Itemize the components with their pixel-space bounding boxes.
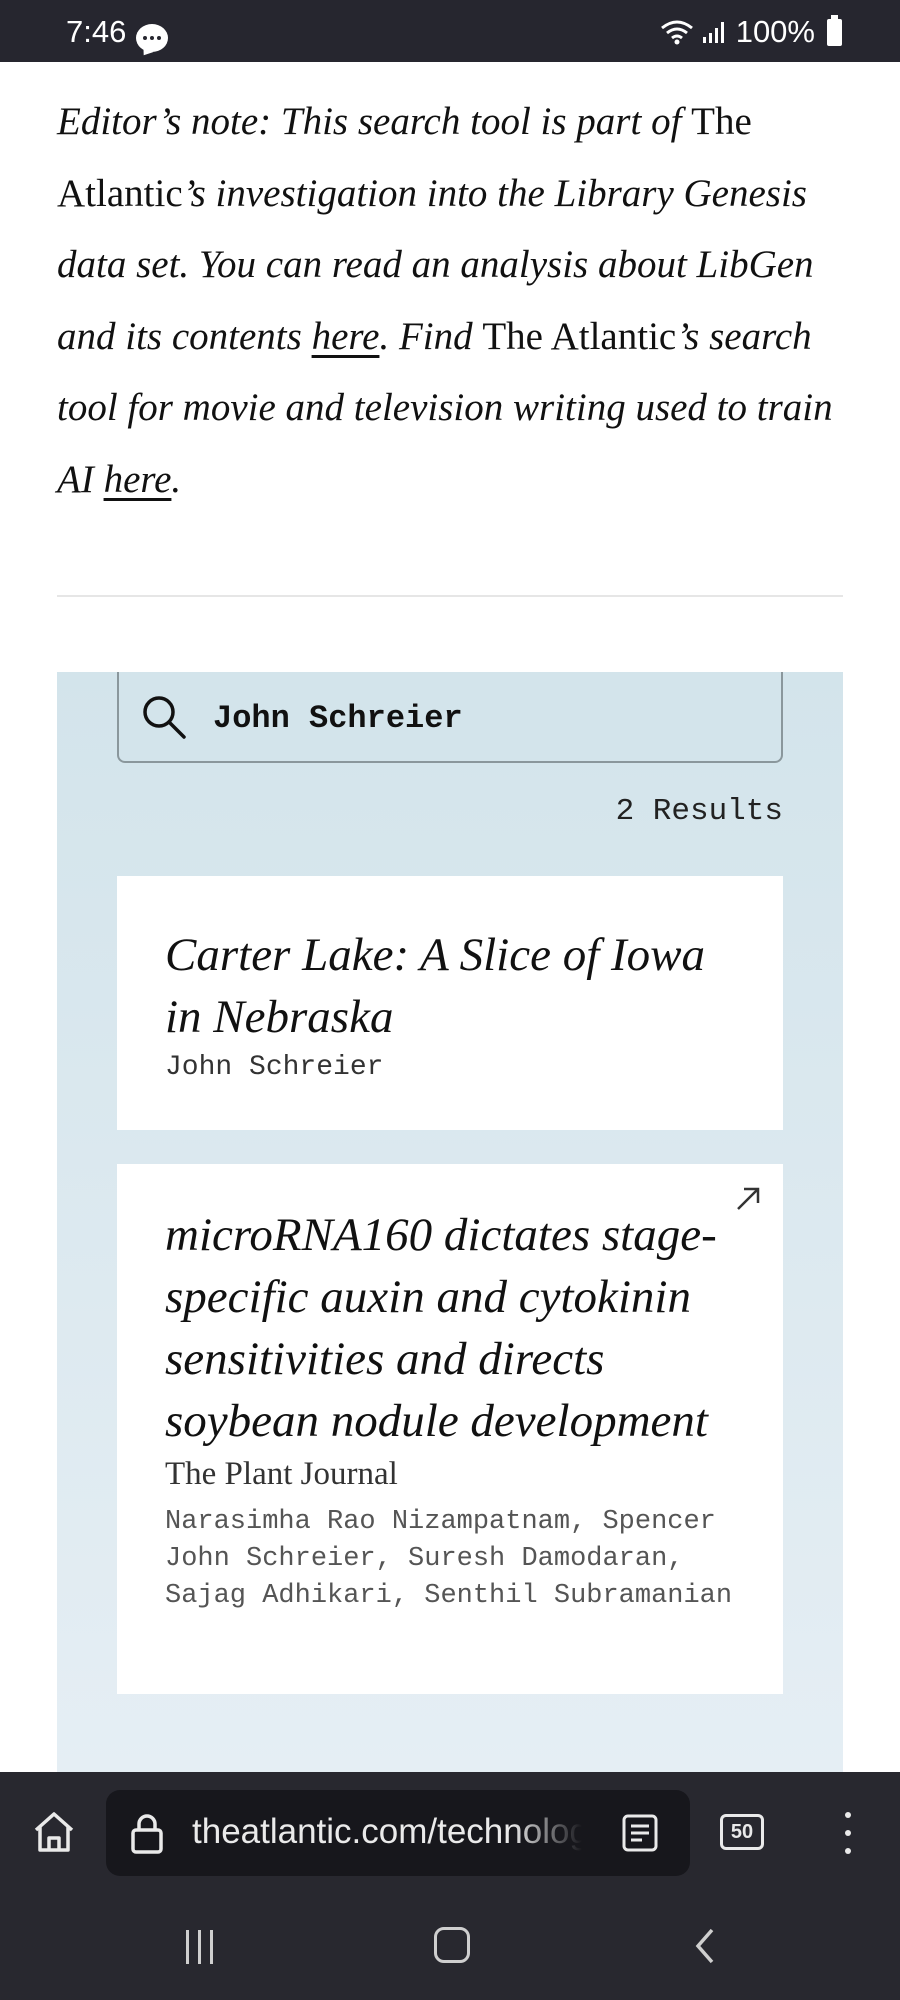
battery-icon (827, 14, 842, 46)
recents-icon[interactable] (184, 1930, 216, 1964)
reader-mode-icon[interactable] (622, 1814, 658, 1852)
result-card[interactable]: Carter Lake: A Slice of Iowa in Nebraska… (117, 876, 783, 1130)
lock-icon (131, 1814, 163, 1854)
editors-note: Editor’s note: This search tool is part … (57, 86, 857, 515)
here-link[interactable]: here (104, 458, 172, 501)
address-bar[interactable]: theatlantic.com/technology (106, 1790, 690, 1876)
system-nav-bar (0, 1894, 900, 2000)
note-text: . Find (379, 314, 483, 358)
wifi-icon (660, 20, 693, 45)
home-icon[interactable] (30, 1808, 78, 1856)
result-journal: The Plant Journal (165, 1456, 398, 1492)
back-icon[interactable] (690, 1926, 720, 1966)
status-indicators: 100% (660, 14, 842, 50)
nav-home-icon[interactable] (434, 1927, 470, 1963)
divider (57, 595, 843, 597)
search-panel: John Schreier 2 Results Carter Lake: A S… (57, 672, 843, 1772)
search-input[interactable]: John Schreier (117, 672, 783, 763)
results-count: 2 Results (615, 794, 783, 829)
note-text: . (171, 457, 182, 501)
here-link[interactable]: here (312, 315, 380, 358)
result-author: John Schreier (165, 1052, 384, 1083)
result-title[interactable]: Carter Lake: A Slice of Iowa in Nebraska (165, 924, 745, 1048)
result-authors: Narasimha Rao Nizampatnam, Spencer John … (165, 1507, 733, 1611)
status-time: 7:46 (66, 14, 127, 49)
result-title[interactable]: microRNA160 dictates stage-specific auxi… (165, 1204, 745, 1452)
publication-name: The Atlantic (482, 314, 677, 358)
note-text: Editor’s note: This search tool is part … (57, 100, 692, 143)
url-text: theatlantic.com/technology (192, 1812, 582, 1851)
status-bar: 7:46 100% (0, 0, 900, 62)
search-query: John Schreier (213, 700, 463, 737)
chat-notification-icon (136, 24, 168, 52)
tabs-button[interactable]: 50 (720, 1814, 764, 1850)
result-card[interactable]: microRNA160 dictates stage-specific auxi… (117, 1164, 783, 1694)
more-vert-icon[interactable] (838, 1808, 858, 1858)
browser-toolbar: theatlantic.com/technology 50 (0, 1772, 900, 1894)
search-icon (143, 696, 186, 739)
signal-icon (702, 22, 724, 43)
battery-percent: 100% (735, 14, 815, 49)
